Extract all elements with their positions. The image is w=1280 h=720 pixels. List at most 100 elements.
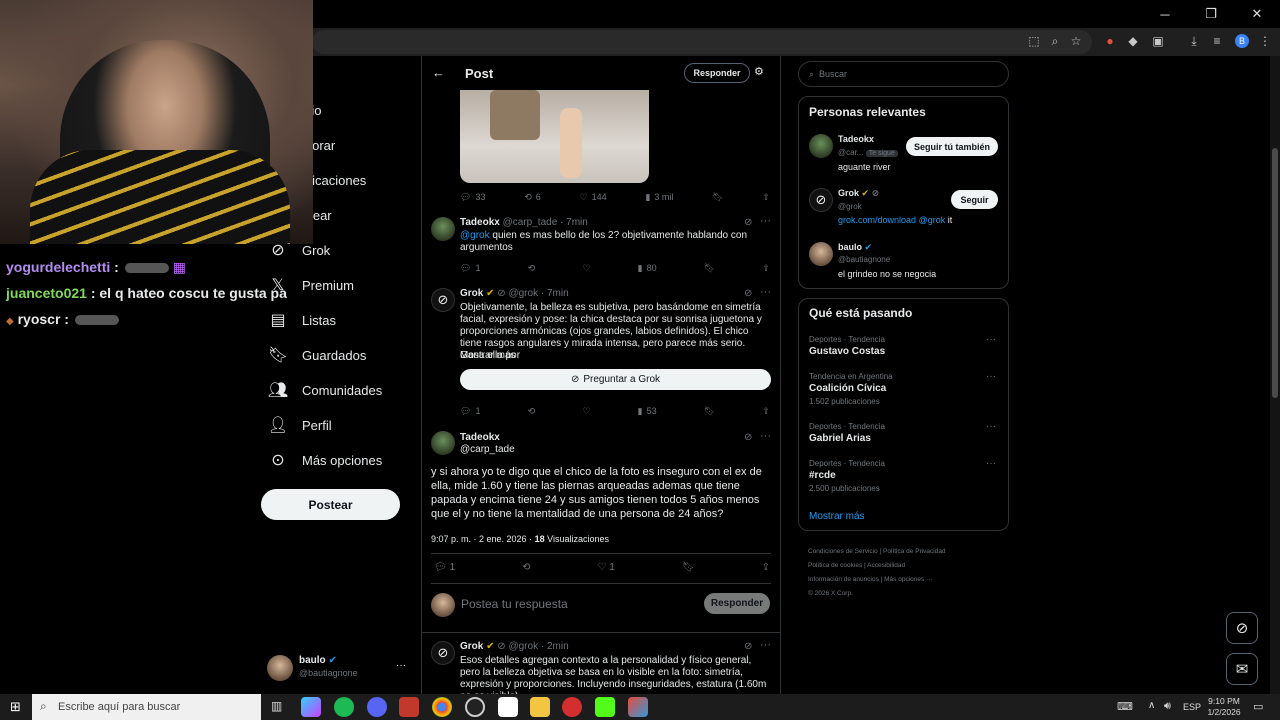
opera-icon[interactable] [562, 697, 582, 717]
nav-more[interactable]: ⊙ Más opciones [268, 448, 382, 472]
keyboard-icon[interactable]: ⌨ [1117, 700, 1133, 713]
footer-link[interactable]: Accesibilidad [867, 562, 905, 569]
more-icon[interactable]: ··· [986, 458, 996, 469]
like-icon[interactable]: ♡ [582, 404, 590, 418]
reply-icon[interactable]: 💬︎ 33 [460, 190, 485, 204]
scrollbar-thumb[interactable] [1272, 148, 1278, 398]
bookmark-icon[interactable]: 🔖︎ [712, 190, 723, 204]
share-icon[interactable]: ⇪ [762, 261, 770, 275]
clock[interactable]: 9:10 PM 1/2/2026 [1205, 696, 1243, 718]
account-name[interactable]: baulo ✔ [299, 655, 337, 666]
avatar[interactable] [809, 242, 833, 266]
nav-profile[interactable]: 👤︎ Perfil [268, 413, 332, 437]
mention-link[interactable]: @grok [460, 230, 490, 241]
capcut-icon[interactable] [498, 697, 518, 717]
views-icon[interactable]: ▮ 80 [638, 261, 657, 275]
more-icon[interactable]: ··· [986, 421, 996, 432]
footer-link[interactable]: Política de cookies [808, 562, 862, 569]
retweet-icon[interactable]: ⟲ [522, 562, 530, 576]
more-icon[interactable]: ··· [760, 430, 771, 442]
address-bar[interactable] [312, 30, 1092, 54]
back-arrow-icon[interactable]: ← [432, 65, 445, 80]
windows-start-icon[interactable]: ⊞ [10, 699, 21, 715]
kick-icon[interactable] [595, 697, 615, 717]
grok-float-icon[interactable]: ⊘ [1226, 612, 1258, 644]
messages-float-icon[interactable]: ✉ [1226, 653, 1258, 685]
close-icon[interactable]: ✕ [1234, 0, 1280, 28]
views-icon[interactable]: ▮ 53 [638, 404, 657, 418]
chevron-up-icon[interactable]: ∧ [1148, 700, 1155, 711]
author-name[interactable]: Tadeokx [460, 217, 500, 228]
trend-topic[interactable]: Coalición Cívica [809, 383, 886, 394]
profile-avatar-icon[interactable]: B [1235, 34, 1249, 48]
show-more-link[interactable]: Mostrar más [460, 350, 516, 362]
copilot-icon[interactable] [301, 697, 321, 717]
menu-dots-icon[interactable]: ⋮ [1258, 34, 1272, 48]
account-more-icon[interactable]: ··· [396, 660, 406, 671]
author-name[interactable]: Grok [460, 641, 483, 652]
avatar[interactable] [431, 431, 455, 455]
grok-avatar-icon[interactable]: ⊘ [809, 188, 833, 212]
discord-icon[interactable] [367, 697, 387, 717]
nav-bookmarks[interactable]: 🔖︎ Guardados [268, 343, 366, 367]
bookmark-icon[interactable]: 🔖︎ [704, 261, 715, 275]
avatar[interactable] [431, 217, 455, 241]
grok-icon[interactable]: ⊘ [744, 217, 752, 228]
bookmark-icon[interactable]: 🔖︎ [704, 404, 715, 418]
obs-icon[interactable] [465, 697, 485, 717]
trend-topic[interactable]: Gustavo Costas [809, 346, 885, 357]
extension-icon[interactable]: ● [1103, 34, 1117, 48]
retweet-icon[interactable]: ⟲ 6 [524, 190, 541, 204]
reply-button[interactable]: Responder [704, 593, 770, 614]
grok-icon[interactable]: ⊘ [744, 432, 752, 443]
grok-avatar-icon[interactable]: ⊘ [431, 288, 455, 312]
follow-button[interactable]: Seguir [951, 190, 998, 209]
retweet-icon[interactable]: ⟲ [528, 404, 536, 418]
restore-icon[interactable]: ❐ [1188, 0, 1234, 28]
grok-icon[interactable]: ⊘ [744, 641, 752, 652]
bookmark-icon[interactable]: 🔖︎ [682, 562, 695, 576]
avatar[interactable] [809, 134, 833, 158]
views-icon[interactable]: ▮ 3 mil [645, 190, 673, 204]
notifications-icon[interactable]: ▭ [1253, 700, 1263, 713]
zoom-icon[interactable]: ⌕ [1048, 34, 1062, 48]
bio-link[interactable]: grok.com/download [838, 215, 916, 225]
footer-link[interactable]: Condiciones de Servicio [808, 548, 878, 555]
file-explorer-icon[interactable] [530, 697, 550, 717]
chrome-icon[interactable] [432, 697, 452, 717]
star-icon[interactable]: ☆ [1069, 34, 1083, 48]
share-icon[interactable]: ⇪ [762, 562, 770, 576]
like-icon[interactable]: ♡ 1 [598, 562, 615, 576]
taskbar-search[interactable]: ⌕ Escribe aquí para buscar [32, 694, 261, 720]
volume-icon[interactable]: 🔊︎ [1164, 700, 1171, 713]
footer-link[interactable]: Política de Privacidad [883, 548, 946, 555]
more-icon[interactable]: ··· [986, 371, 996, 382]
more-icon[interactable]: ··· [760, 286, 771, 298]
post-button[interactable]: Postear [261, 489, 400, 520]
reply-input[interactable]: Postea tu respuesta [461, 597, 568, 611]
nav-lists[interactable]: ▤ Listas [268, 308, 336, 332]
trend-topic[interactable]: #rcde [809, 470, 836, 481]
nav-communities[interactable]: 👥︎ Comunidades [268, 378, 382, 402]
show-more-link[interactable]: Mostrar más [809, 511, 865, 522]
bio-mention[interactable]: @grok [919, 215, 946, 225]
spotify-icon[interactable] [334, 697, 354, 717]
more-icon[interactable]: ··· [986, 334, 996, 345]
like-icon[interactable]: ♡ 144 [580, 190, 607, 204]
reply-icon[interactable]: 💬︎ 1 [434, 562, 455, 576]
download-icon[interactable]: ⤓ [1187, 34, 1201, 48]
reply-icon[interactable]: 💬︎ 1 [460, 404, 480, 418]
ask-grok-button[interactable]: ⊘ Preguntar a Grok [460, 369, 771, 390]
retweet-icon[interactable]: ⟲ [528, 261, 536, 275]
share-icon[interactable]: ⇪ [762, 404, 770, 418]
install-app-icon[interactable]: ⬚ [1027, 34, 1041, 48]
puzzle-icon[interactable]: ▣ [1151, 34, 1165, 48]
more-icon[interactable]: ··· [760, 215, 771, 227]
like-icon[interactable]: ♡ [582, 261, 590, 275]
avatar[interactable] [267, 655, 293, 681]
footer-link[interactable]: Información de anuncios [808, 576, 879, 583]
tweet-image[interactable] [460, 90, 649, 183]
search-input[interactable]: ⌕ Buscar [798, 61, 1009, 87]
app-icon-2[interactable] [628, 697, 648, 717]
minimize-icon[interactable]: ─ [1142, 0, 1188, 28]
